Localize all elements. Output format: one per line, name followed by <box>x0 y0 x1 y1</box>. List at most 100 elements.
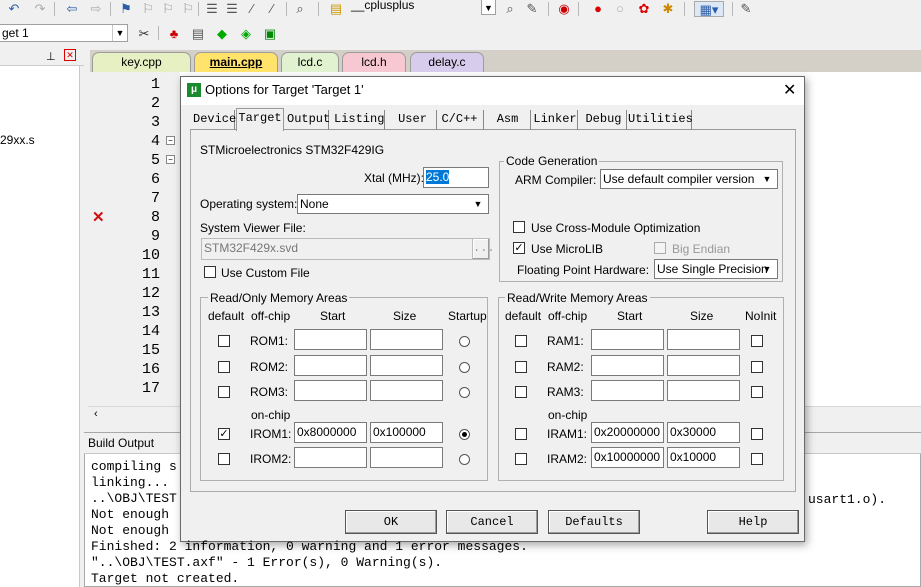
xtal-input[interactable]: 25.0 <box>423 167 489 188</box>
startup-radio[interactable] <box>459 387 470 398</box>
noinit-checkbox[interactable] <box>751 386 763 398</box>
noinit-checkbox[interactable] <box>751 428 763 440</box>
help-button[interactable]: Help <box>707 510 799 534</box>
incremental-find-icon[interactable]: ✎ <box>524 1 540 17</box>
rw-start-input[interactable] <box>591 329 664 350</box>
chevron-down-icon[interactable]: ▼ <box>112 25 127 41</box>
disable-breakpoint-icon[interactable]: ○ <box>612 1 628 17</box>
find-combo[interactable]: __cplusplus ▼ <box>348 0 496 15</box>
ro-default-checkbox[interactable] <box>218 361 230 373</box>
rw-size-input[interactable]: 0x10000 <box>667 447 740 468</box>
custom-file-checkbox[interactable] <box>204 266 216 278</box>
startup-radio[interactable] <box>459 362 470 373</box>
cross-module-checkbox[interactable] <box>513 221 525 233</box>
ro-size-input[interactable] <box>370 447 443 468</box>
tab-utilities[interactable]: Utilities <box>628 110 693 130</box>
ro-size-input[interactable]: 0x100000 <box>370 422 443 443</box>
os-select[interactable]: None ▼ <box>297 194 489 214</box>
pack-installer-icon[interactable]: ◈ <box>238 26 254 42</box>
startup-radio[interactable] <box>459 454 470 465</box>
rw-start-input[interactable]: 0x20000000 <box>591 422 664 443</box>
prev-bookmark-icon[interactable]: ⚐ <box>140 1 156 17</box>
startup-radio[interactable] <box>459 336 470 347</box>
ro-start-input[interactable] <box>294 380 367 401</box>
rw-size-input[interactable] <box>667 355 740 376</box>
comment-icon[interactable]: ⁄ <box>244 1 260 17</box>
bookmark-icon[interactable]: ⚑ <box>118 1 134 17</box>
tab-device[interactable]: Device <box>193 110 236 130</box>
ro-default-checkbox[interactable] <box>218 335 230 347</box>
rw-size-input[interactable] <box>667 329 740 350</box>
fp-select[interactable]: Use Single Precision ▼ <box>654 259 778 279</box>
tab-output[interactable]: Output <box>287 110 330 130</box>
microlib-checkbox[interactable]: ✓ <box>513 242 525 254</box>
clear-bookmarks-icon[interactable]: ⚐ <box>180 1 196 17</box>
rw-default-checkbox[interactable] <box>515 428 527 440</box>
indent-icon[interactable]: ☰ <box>204 1 220 17</box>
tab-cc[interactable]: C/C++ <box>436 110 484 130</box>
close-icon[interactable]: ✕ <box>64 49 76 61</box>
rw-default-checkbox[interactable] <box>515 335 527 347</box>
unindent-icon[interactable]: ☰ <box>224 1 240 17</box>
tab-listing[interactable]: Listing <box>334 110 385 130</box>
fold-icon[interactable]: − <box>166 136 175 145</box>
ok-button[interactable]: OK <box>345 510 437 534</box>
tab-linker[interactable]: Linker <box>533 110 578 130</box>
kill-breakpoints-icon[interactable]: ✿ <box>636 1 652 17</box>
find-icon[interactable]: ⌕ <box>502 1 518 17</box>
file-tab-lcd-c[interactable]: lcd.c <box>281 52 339 72</box>
ro-start-input[interactable] <box>294 355 367 376</box>
ro-size-input[interactable] <box>370 380 443 401</box>
configure-icon[interactable]: ✎ <box>738 1 754 17</box>
rw-default-checkbox[interactable] <box>515 361 527 373</box>
find-in-files-icon[interactable]: ⌕ <box>292 1 308 17</box>
ro-default-checkbox[interactable] <box>218 453 230 465</box>
pin-icon[interactable]: ⊥ <box>46 50 56 63</box>
tab-target[interactable]: Target <box>236 108 284 131</box>
target-select[interactable]: get 1 ▼ <box>0 24 128 42</box>
rw-start-input[interactable] <box>591 355 664 376</box>
breakpoint-icon[interactable]: ● <box>590 1 606 17</box>
redo-icon[interactable]: ↷ <box>32 1 48 17</box>
scroll-left-icon[interactable]: ‹ <box>94 408 98 420</box>
tab-asm[interactable]: Asm <box>485 110 531 130</box>
forward-icon[interactable]: ⇨ <box>88 1 104 17</box>
noinit-checkbox[interactable] <box>751 453 763 465</box>
defaults-button[interactable]: Defaults <box>548 510 640 534</box>
runtime-icon[interactable]: ◆ <box>214 26 230 42</box>
disable-all-breakpoints-icon[interactable]: ✱ <box>660 1 676 17</box>
ro-start-input[interactable] <box>294 447 367 468</box>
file-tab-main-cpp[interactable]: main.cpp <box>194 52 278 72</box>
manage-components-icon[interactable]: ♣ <box>166 26 182 42</box>
uncomment-icon[interactable]: ⁄ <box>264 1 280 17</box>
ro-start-input[interactable] <box>294 329 367 350</box>
noinit-checkbox[interactable] <box>751 335 763 347</box>
window-layout-icon[interactable]: ▦▾ <box>694 1 724 17</box>
rw-size-input[interactable]: 0x30000 <box>667 422 740 443</box>
close-icon[interactable]: ✕ <box>783 80 796 100</box>
project-file-label[interactable]: 29xx.s <box>0 133 35 147</box>
file-tab-key-cpp[interactable]: key.cpp <box>92 52 191 72</box>
tab-debug[interactable]: Debug <box>581 110 627 130</box>
chevron-down-icon[interactable]: ▼ <box>471 197 485 211</box>
chevron-down-icon[interactable]: ▼ <box>760 172 774 186</box>
ro-start-input[interactable]: 0x8000000 <box>294 422 367 443</box>
chevron-down-icon[interactable]: ▼ <box>760 262 774 276</box>
ro-default-checkbox[interactable]: ✓ <box>218 428 230 440</box>
cancel-button[interactable]: Cancel <box>446 510 538 534</box>
rw-start-input[interactable]: 0x10000000 <box>591 447 664 468</box>
rw-default-checkbox[interactable] <box>515 386 527 398</box>
undo-icon[interactable]: ↶ <box>6 1 22 17</box>
debug-icon[interactable]: ◉ <box>556 1 572 17</box>
component-icon[interactable]: ▣ <box>262 26 278 42</box>
compiler-select[interactable]: Use default compiler version ▼ <box>600 169 778 189</box>
rw-size-input[interactable] <box>667 380 740 401</box>
rw-default-checkbox[interactable] <box>515 453 527 465</box>
startup-radio[interactable] <box>459 429 470 440</box>
file-tab-lcd-h[interactable]: lcd.h <box>342 52 406 72</box>
ro-default-checkbox[interactable] <box>218 386 230 398</box>
back-icon[interactable]: ⇦ <box>64 1 80 17</box>
tab-user[interactable]: User <box>389 110 437 130</box>
fold-icon[interactable]: − <box>166 155 175 164</box>
file-tab-delay-c[interactable]: delay.c <box>410 52 484 72</box>
